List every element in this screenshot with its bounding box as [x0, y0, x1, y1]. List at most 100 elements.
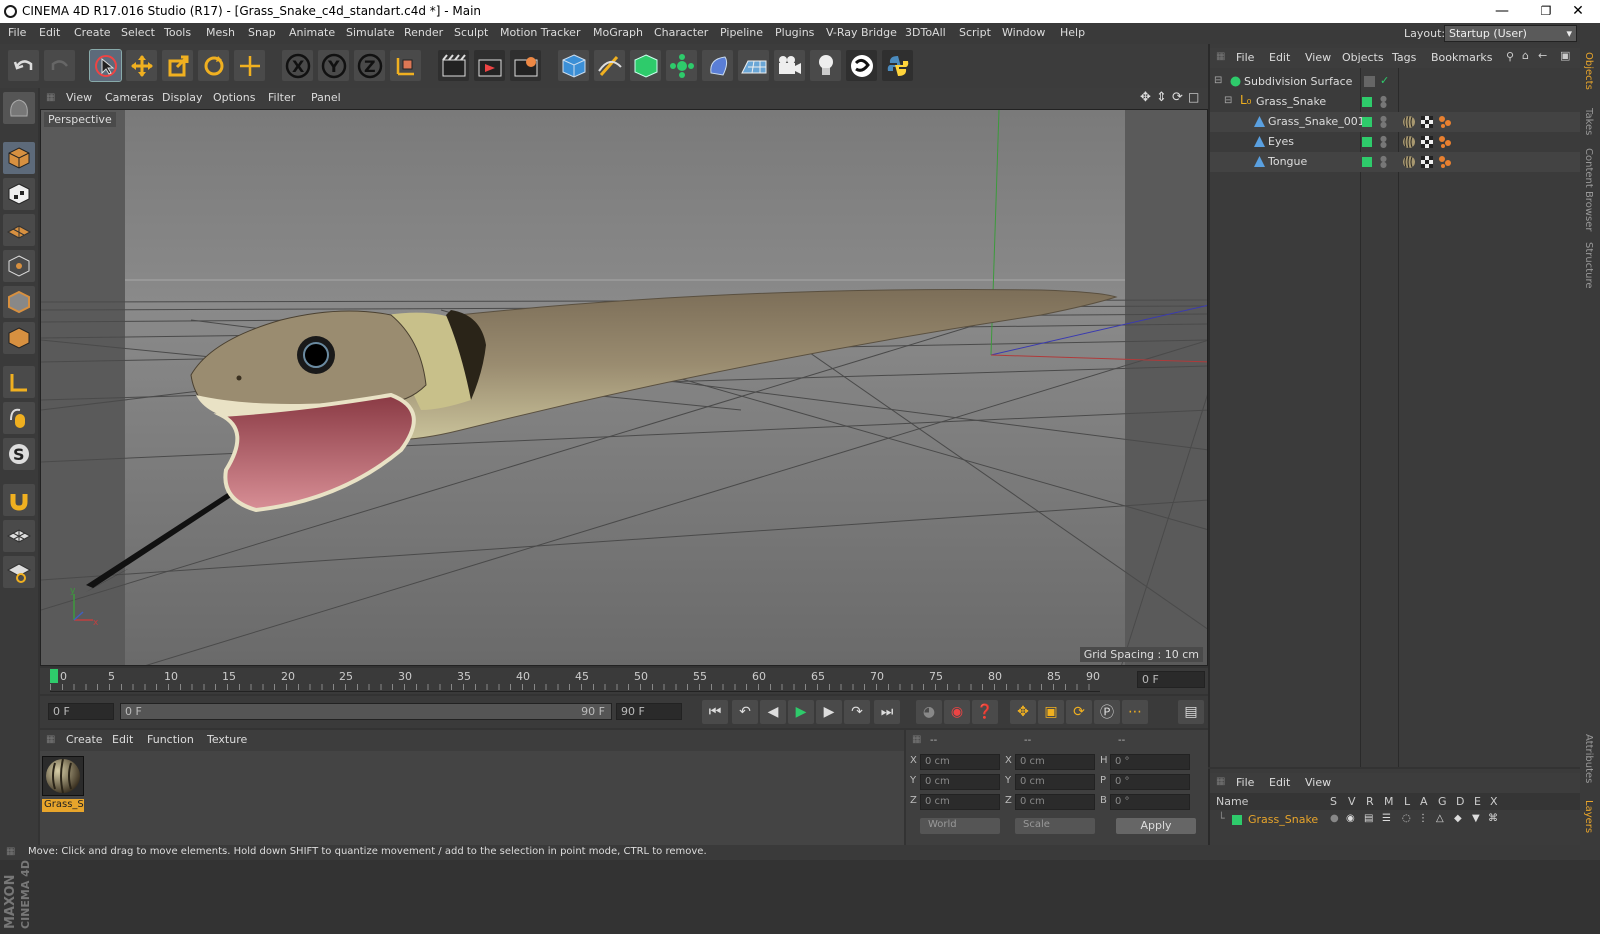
coordinate-mode-dropdown[interactable]: World: [920, 818, 1000, 834]
new-window-icon[interactable]: ▣: [1560, 49, 1570, 62]
material-thumbnail[interactable]: [42, 756, 84, 796]
menu-character[interactable]: Character: [654, 26, 708, 39]
panel-grip-icon[interactable]: ▦: [1216, 51, 1225, 62]
model-mode-icon[interactable]: [3, 142, 35, 174]
rotation-h-field[interactable]: 0 °: [1110, 754, 1190, 770]
previous-frame-icon[interactable]: ◀: [760, 700, 786, 724]
visibility-toggle[interactable]: [1362, 97, 1372, 107]
workplane-lock-icon[interactable]: [3, 520, 35, 552]
planar-workplane-icon[interactable]: [3, 556, 35, 588]
tab-objects[interactable]: Objects: [1583, 52, 1594, 90]
collapse-toggle-icon[interactable]: ⊟: [1214, 75, 1222, 86]
enabled-check-icon[interactable]: ✓: [1380, 74, 1389, 87]
render-dots-icon[interactable]: ● ●: [1380, 135, 1387, 149]
menu-pipeline[interactable]: Pipeline: [720, 26, 763, 39]
workplane-mode-icon[interactable]: [3, 214, 35, 246]
column-manager[interactable]: M: [1384, 795, 1394, 808]
visibility-toggle[interactable]: [1362, 117, 1372, 127]
object-row-tongue[interactable]: Tongue ● ●: [1210, 152, 1582, 172]
go-to-end-icon[interactable]: ⏭: [874, 700, 900, 724]
viewport-camera-label[interactable]: Perspective: [44, 112, 116, 127]
animation-toggle-icon[interactable]: ⋮: [1418, 813, 1428, 824]
python-icon[interactable]: [882, 50, 913, 81]
menu-mograph[interactable]: MoGraph: [593, 26, 643, 39]
expression-toggle-icon[interactable]: ▼: [1472, 813, 1480, 824]
viewport-rotate-icon[interactable]: ⟳: [1172, 90, 1183, 105]
menu-tools[interactable]: Tools: [164, 26, 191, 39]
object-row-eyes[interactable]: Eyes ● ●: [1210, 132, 1582, 152]
render-view-icon[interactable]: [438, 50, 469, 81]
recent-tool-icon[interactable]: [234, 50, 265, 81]
render-dots-icon[interactable]: ● ●: [1380, 95, 1387, 109]
render-toggle-icon[interactable]: ▤: [1364, 813, 1373, 824]
panel-grip-icon[interactable]: ▦: [46, 92, 55, 103]
lock-toggle-icon[interactable]: ◌: [1402, 813, 1411, 824]
column-view[interactable]: V: [1348, 795, 1356, 808]
undo-icon[interactable]: [8, 50, 39, 81]
z-axis-icon[interactable]: Z: [354, 50, 385, 81]
sculpt-mode-icon[interactable]: [3, 92, 35, 124]
objects-menu-file[interactable]: File: [1236, 51, 1254, 64]
uvw-tag-icon[interactable]: [1420, 115, 1434, 129]
visibility-toggle[interactable]: [1362, 137, 1372, 147]
y-axis-icon[interactable]: Y: [318, 50, 349, 81]
manager-toggle-icon[interactable]: ☰: [1382, 813, 1391, 824]
tab-layers[interactable]: Layers: [1583, 800, 1594, 833]
menu-file[interactable]: File: [8, 26, 26, 39]
light-icon[interactable]: [810, 50, 841, 81]
close-button[interactable]: ✕: [1556, 0, 1600, 23]
render-dots-icon[interactable]: ● ●: [1380, 155, 1387, 169]
xref-toggle-icon[interactable]: ⌘: [1488, 813, 1498, 824]
column-xref[interactable]: X: [1490, 795, 1498, 808]
size-y-field[interactable]: 0 cm: [1015, 774, 1095, 790]
home-icon[interactable]: ⌂: [1522, 49, 1529, 62]
perspective-viewport[interactable]: y x Perspective Grid Spacing : 10 cm: [40, 109, 1208, 666]
array-cloner-icon[interactable]: [666, 50, 697, 81]
column-deformers[interactable]: D: [1456, 795, 1464, 808]
floor-environment-icon[interactable]: [738, 50, 769, 81]
view-toggle-icon[interactable]: ◉: [1346, 813, 1355, 824]
render-picture-viewer-icon[interactable]: [474, 50, 505, 81]
column-animation[interactable]: A: [1420, 795, 1428, 808]
camera-icon[interactable]: [774, 50, 805, 81]
timeline-ruler[interactable]: 0 5 10 15 20 25 30 35 40 45 50 55 60 65 …: [40, 668, 1208, 694]
generator-toggle-icon[interactable]: △: [1436, 813, 1444, 824]
menu-simulate[interactable]: Simulate: [346, 26, 395, 39]
panel-grip-icon[interactable]: ▦: [46, 734, 55, 745]
material-menu-edit[interactable]: Edit: [112, 733, 133, 746]
layers-menu-view[interactable]: View: [1305, 776, 1331, 789]
uvw-tag-icon[interactable]: [1420, 155, 1434, 169]
menu-animate[interactable]: Animate: [289, 26, 335, 39]
column-solo[interactable]: S: [1330, 795, 1337, 808]
material-tag-icon[interactable]: [1402, 135, 1416, 149]
deformer-icon[interactable]: [702, 50, 733, 81]
visibility-toggle[interactable]: [1362, 157, 1372, 167]
object-row-grass-snake-001[interactable]: Grass_Snake_001 ● ●: [1210, 112, 1582, 132]
menu-plugins[interactable]: Plugins: [775, 26, 814, 39]
position-y-field[interactable]: 0 cm: [920, 774, 1000, 790]
layer-name[interactable]: Grass_Snake: [1248, 813, 1318, 826]
scale-tool-icon[interactable]: [162, 50, 193, 81]
search-icon[interactable]: ⚲: [1506, 50, 1514, 63]
menu-motion-tracker[interactable]: Motion Tracker: [500, 26, 580, 39]
frame-range-slider[interactable]: 0 F 90 F: [120, 703, 612, 720]
panel-grip-icon[interactable]: ▦: [912, 734, 921, 745]
phong-tag-icon[interactable]: [1438, 135, 1452, 149]
play-forward-icon[interactable]: ▶: [788, 700, 814, 724]
record-rotation-icon[interactable]: ⟳: [1066, 700, 1092, 724]
viewport-menu-panel[interactable]: Panel: [311, 91, 341, 104]
menu-vray-bridge[interactable]: V-Ray Bridge: [826, 26, 897, 39]
menu-snap[interactable]: Snap: [248, 26, 276, 39]
end-frame-field[interactable]: 90 F: [616, 703, 682, 720]
size-z-field[interactable]: 0 cm: [1015, 794, 1095, 810]
coordinate-system-icon[interactable]: [390, 50, 421, 81]
current-frame-field[interactable]: 0 F: [1137, 671, 1205, 688]
solo-toggle-icon[interactable]: ●: [1330, 813, 1339, 824]
navigate-back-icon[interactable]: ←: [1538, 49, 1547, 62]
points-mode-icon[interactable]: [3, 250, 35, 282]
material-tag-icon[interactable]: [1402, 115, 1416, 129]
live-selection-icon[interactable]: [89, 49, 122, 82]
playhead-marker[interactable]: [50, 669, 58, 683]
menu-mesh[interactable]: Mesh: [206, 26, 235, 39]
record-active-objects-icon[interactable]: ◕: [916, 700, 942, 724]
